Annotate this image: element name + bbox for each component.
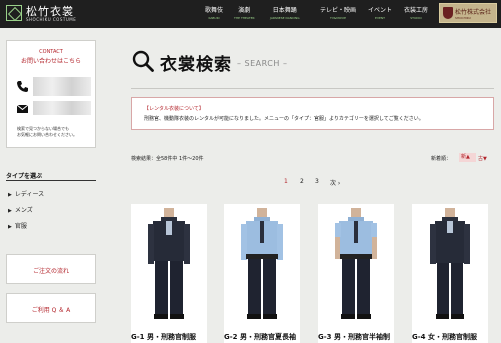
nav-label: イベント (368, 7, 393, 14)
product-card[interactable]: G-2 男・刑務官夏長袖 (224, 204, 300, 343)
nav-sublabel: KABUKI (208, 16, 220, 20)
category-divider (6, 180, 96, 181)
sidebar-item-mens[interactable]: ▶ メンズ (8, 205, 33, 214)
order-flow-label: ご注文の流れ (32, 268, 69, 275)
product-image (318, 204, 394, 326)
product-name: G-3 男・刑務官半袖制 (318, 333, 390, 341)
title-divider (131, 88, 494, 89)
nav-sublabel: THE THEATER (234, 16, 255, 20)
contact-note: 検索で見つからない場合でも お気軽にお問い合わせください。 (17, 126, 93, 138)
pagination-page-2[interactable]: 2 (300, 178, 304, 185)
sort-newest-button[interactable]: 新▲ (459, 153, 476, 162)
mail-icon (16, 104, 29, 113)
triangle-right-icon: ▶ (8, 224, 12, 230)
triangle-right-icon: ▶ (8, 192, 12, 198)
nav-item-event[interactable]: イベント EVENT (368, 5, 392, 20)
arrow-down-icon: ▼ (483, 156, 487, 162)
page-title: 衣裳検索 (160, 55, 232, 75)
search-icon (132, 50, 154, 72)
email-address-blurred (33, 101, 91, 115)
nav-sublabel: EVENT (375, 16, 385, 20)
phone-icon (17, 81, 28, 92)
contact-box[interactable]: CONTACT お問い合わせはこちら 検索で見つからない場合でも お気軽にお問い… (6, 40, 96, 148)
nav-item-kabuki[interactable]: 歌舞伎 KABUKI (205, 5, 223, 20)
product-card[interactable]: G-1 男・刑務官制服 (131, 204, 207, 343)
pagination-page-1[interactable]: 1 (284, 178, 288, 185)
category-heading: タイプを選ぶ (6, 173, 43, 180)
nav-sublabel: STUDIO (410, 16, 422, 20)
nav-label: 衣装工房 (404, 7, 429, 14)
results-count: 検索結果：全58件中 1件〜20件 (131, 156, 204, 162)
sort-label: 新着順： (431, 156, 452, 162)
contact-note-line: お気軽にお問い合わせください。 (17, 132, 77, 137)
company-badge[interactable]: 松竹株式会社 SHOCHIKU (439, 3, 497, 23)
page-title-en: – SEARCH – (237, 59, 288, 68)
order-flow-button[interactable]: ご注文の流れ (6, 254, 96, 284)
nav-item-studio[interactable]: 衣装工房 STUDIO (404, 5, 428, 20)
product-image (131, 204, 207, 326)
product-name: G-2 男・刑務官夏長袖 (224, 333, 296, 341)
nav-sublabel: TV&MOVIE (330, 16, 346, 20)
sidebar-item-label: 官服 (14, 223, 27, 230)
nav-item-theater[interactable]: 演劇 THE THEATER (234, 5, 255, 20)
sort-oldest-button[interactable]: 古▼ (478, 155, 487, 162)
product-image (224, 204, 300, 326)
sidebar-item-label: メンズ (14, 207, 33, 214)
product-name: G-1 男・刑務官制服 (131, 333, 196, 341)
nav-sublabel: JAPANESE DANCING (270, 16, 300, 20)
logo-subtitle: SHOCHIKU COSTUME (26, 17, 77, 22)
company-crest-icon (443, 7, 453, 19)
contact-title-ja: お問い合わせはこちら (20, 58, 81, 65)
nav-label: テレビ・映画 (320, 7, 357, 14)
rental-notice: 【レンタル衣装について】 刑務官、機動隊衣装のレンタルが可能になりました。メニュ… (131, 97, 494, 130)
product-card[interactable]: G-4 女・刑務官制服 (412, 204, 488, 343)
product-card[interactable]: G-3 男・刑務官半袖制 (318, 204, 394, 343)
faq-label: ご利用 Q ＆ A (31, 307, 71, 314)
nav-label: 歌舞伎 (205, 7, 224, 14)
nav-label: 日本舞踊 (272, 7, 297, 14)
contact-title-en: CONTACT (39, 49, 63, 55)
site-logo[interactable]: 松竹衣裳 SHOCHIKU COSTUME (6, 3, 77, 25)
pagination-next[interactable]: 次 › (330, 178, 340, 187)
product-image (412, 204, 488, 326)
company-subname: SHOCHIKU (455, 16, 471, 20)
pagination-page-3[interactable]: 3 (315, 178, 319, 185)
triangle-right-icon: ▶ (8, 208, 12, 214)
arrow-up-icon: ▲ (466, 154, 470, 160)
logo-mark-icon (6, 5, 22, 21)
sidebar-item-label: レディース (14, 191, 45, 198)
company-name: 松竹株式会社 (455, 9, 492, 16)
sidebar-item-official-uniform[interactable]: ▶ 官服 (8, 221, 27, 230)
sidebar-item-ladies[interactable]: ▶ レディース (8, 189, 44, 198)
nav-item-japanese-dance[interactable]: 日本舞踊 JAPANESE DANCING (270, 5, 300, 20)
product-name: G-4 女・刑務官制服 (412, 333, 477, 341)
notice-body: 刑務官、機動隊衣装のレンタルが可能になりました。メニューの「タイプ：官服」よりカ… (144, 116, 424, 122)
phone-number-blurred (33, 77, 91, 96)
nav-label: 演劇 (238, 7, 251, 14)
notice-title: 【レンタル衣装について】 (144, 106, 204, 112)
site-header: 松竹衣裳 SHOCHIKU COSTUME 歌舞伎 KABUKI 演劇 THE … (0, 0, 501, 28)
nav-item-tv-movie[interactable]: テレビ・映画 TV&MOVIE (320, 5, 356, 20)
faq-button[interactable]: ご利用 Q ＆ A (6, 293, 96, 323)
